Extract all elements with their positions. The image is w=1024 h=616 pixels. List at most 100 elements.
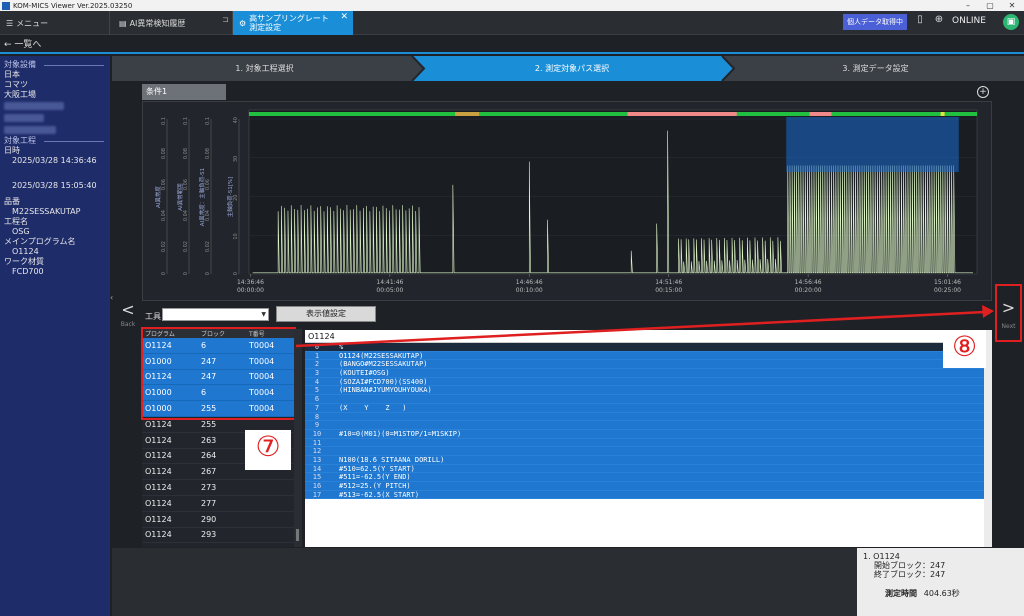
status-bar-pink	[627, 112, 737, 116]
close-tab-icon[interactable]: ✕	[340, 13, 348, 22]
program-line[interactable]: 4 (SOZAI#FCD700)(SS400)	[305, 377, 984, 387]
program-line[interactable]: 3 (KOUTEI#OSG)	[305, 369, 984, 378]
material-label: ワーク材質	[4, 257, 44, 266]
row-program: O1124	[145, 483, 172, 493]
program-line[interactable]: 17 #513=-62.5(X START)	[305, 490, 984, 500]
line-number: 11	[312, 438, 322, 447]
menu-icon: ☰	[6, 18, 14, 28]
program-line[interactable]: 0%	[305, 343, 984, 352]
display-setting-button[interactable]: 表示値設定	[276, 306, 376, 322]
program-line[interactable]: 9	[305, 421, 984, 430]
tab-menu[interactable]: ☰ メニュー	[0, 11, 110, 35]
line-number: 12	[312, 447, 322, 456]
annotation-eight: ⑧	[943, 330, 986, 368]
program-line[interactable]: 10 #10=0(M01)(0=M1STOP/1=M1SKIP)	[305, 429, 984, 439]
program-line[interactable]: 16 #512=25.(Y PITCH)	[305, 482, 984, 491]
load-chart[interactable]: 0 0.02 0.04 0.06 0.08 0.1 AI異常度 0 0.02 0.04 0.06 0.…	[142, 101, 993, 316]
back-button-label: Back	[120, 321, 136, 328]
table-row[interactable]: O1124 277	[142, 496, 294, 512]
x-tick-label: 14:36:46	[237, 279, 264, 286]
line-code: (BANGO#M22SESSAKUTAP)	[339, 360, 428, 369]
tab-high-sampling[interactable]: ⚙ 高サンプリングレート 測定設定 ✕	[233, 11, 353, 35]
program-lines: 0% 1 O1124(M22SESSAKUTAP) 2 (BANGO#M22SESSAK…	[305, 343, 984, 500]
tab-history-label: AI異常検知履歴	[129, 18, 186, 28]
program-line[interactable]: 1 O1124(M22SESSAKUTAP)	[305, 351, 984, 361]
table-row[interactable]: O1124 293	[142, 528, 294, 544]
block-table-scrollbar[interactable]	[294, 329, 302, 547]
step-data-setting[interactable]: 3. 測定データ設定	[727, 56, 1024, 81]
back-to-list-link[interactable]: ← 一覧へ	[0, 36, 1024, 54]
main-program-value: O1124	[12, 247, 39, 256]
next-button[interactable]: > Next	[995, 284, 1022, 342]
tool-select[interactable]: ▼	[162, 308, 269, 321]
condition-tab[interactable]: 条件1	[142, 84, 226, 100]
line-number: 5	[314, 386, 320, 395]
line-number: 3	[314, 369, 320, 378]
program-line[interactable]: 12	[305, 447, 984, 456]
x-tick-label: 14:41:46	[376, 279, 403, 286]
maximize-button[interactable]: ▢	[980, 0, 1000, 11]
program-line[interactable]: 6	[305, 395, 984, 404]
program-line[interactable]: 13 N100(18.6 SITAANA DORILL)	[305, 455, 984, 465]
sidebar: 対象設備 日本 コマツ 大阪工場 対象工程 日時 2025/03/28 14:3…	[0, 56, 110, 616]
datetime-label: 日時	[4, 146, 20, 155]
line-number: 0	[314, 343, 320, 351]
line-code: #512=25.(Y PITCH)	[339, 482, 411, 490]
line-number: 10	[312, 429, 322, 438]
program-line[interactable]: 2 (BANGO#M22SESSAKUTAP)	[305, 360, 984, 370]
program-line[interactable]: 5 (HINBAN#JYUMYOUHYOUKA)	[305, 386, 984, 396]
program-line[interactable]: 15 #511=-62.5(Y END)	[305, 473, 984, 482]
pin-icon[interactable]: ⊐	[222, 15, 229, 24]
status-bar-green	[249, 112, 977, 116]
table-row[interactable]: O1124 290	[142, 512, 294, 528]
y-tick-label: 30	[233, 156, 239, 162]
main-program-label: メインプログラム名	[4, 237, 76, 246]
y-tick-label: 0.02	[205, 241, 211, 252]
step-select-process[interactable]: 1. 対象工程選択	[112, 56, 417, 81]
settings-icon[interactable]: ⊕	[932, 14, 946, 30]
add-condition-icon[interactable]: +	[977, 86, 989, 98]
y-tick-label: 40	[233, 117, 239, 123]
line-number: 17	[312, 490, 322, 499]
x-tick-sublabel: 00:20:00	[795, 287, 822, 294]
y-axis-label: AI異常度	[154, 186, 162, 208]
y-tick-label: 0.1	[161, 117, 167, 125]
x-tick-sublabel: 00:10:00	[516, 287, 543, 294]
program-line[interactable]: 11	[305, 438, 984, 448]
step-select-path[interactable]: 2. 測定対象パス選択	[417, 56, 727, 81]
program-line[interactable]: 7 (X Y Z )	[305, 403, 984, 413]
program-line[interactable]: 14 #510=62.5(Y START)	[305, 464, 984, 474]
line-code: O1124(M22SESSAKUTAP)	[339, 351, 424, 360]
selection-summary: 1. O1124 開始ブロック：247 終了ブロック：247 測定時間 404.…	[857, 548, 1024, 616]
back-button[interactable]: < Back	[116, 300, 140, 340]
y-tick-label: 0	[183, 272, 189, 275]
book-icon[interactable]: ▯	[913, 14, 927, 30]
chart-svg[interactable]: 00.020.040.060.080.1AI異常度00.020.040.060.…	[143, 102, 993, 316]
program-panel[interactable]: O1124 0% 1 O1124(M22SESSAKUTAP) 2 (BANGO#M22…	[305, 330, 984, 547]
app-icon	[2, 1, 10, 10]
close-window-button[interactable]: ✕	[1002, 0, 1022, 11]
chevron-right-icon: >	[1001, 298, 1016, 317]
line-number: 8	[314, 412, 320, 421]
status-bar-amber	[455, 112, 480, 116]
window-title: KOM-MICS Viewer Ver.2025.03250	[13, 1, 133, 10]
y-tick-label: 0.02	[161, 241, 167, 252]
row-block: 263	[201, 435, 217, 445]
y-axis-label: AI異常度：主軸負荷-S1	[198, 168, 206, 226]
personal-data-badge[interactable]: 個人データ取得中	[843, 14, 907, 30]
line-code: (HINBAN#JYUMYOUHYOUKA)	[339, 386, 432, 395]
tool-label: 工具	[145, 312, 161, 321]
y-tick-label: 10	[233, 233, 239, 239]
table-row[interactable]: O1124 273	[142, 480, 294, 496]
online-icon[interactable]: ▣	[1003, 14, 1019, 30]
y-tick-label: 0.08	[205, 148, 211, 159]
program-line[interactable]: 8	[305, 412, 984, 422]
next-button-label: Next	[1001, 323, 1016, 330]
line-code: (SOZAI#FCD700)(SS400)	[339, 377, 428, 386]
tab-ai-history[interactable]: ▤ AI異常検知履歴	[113, 11, 233, 35]
minimize-button[interactable]: –	[958, 0, 978, 11]
redacted-area	[4, 100, 106, 134]
material-value: FCD700	[12, 267, 44, 276]
